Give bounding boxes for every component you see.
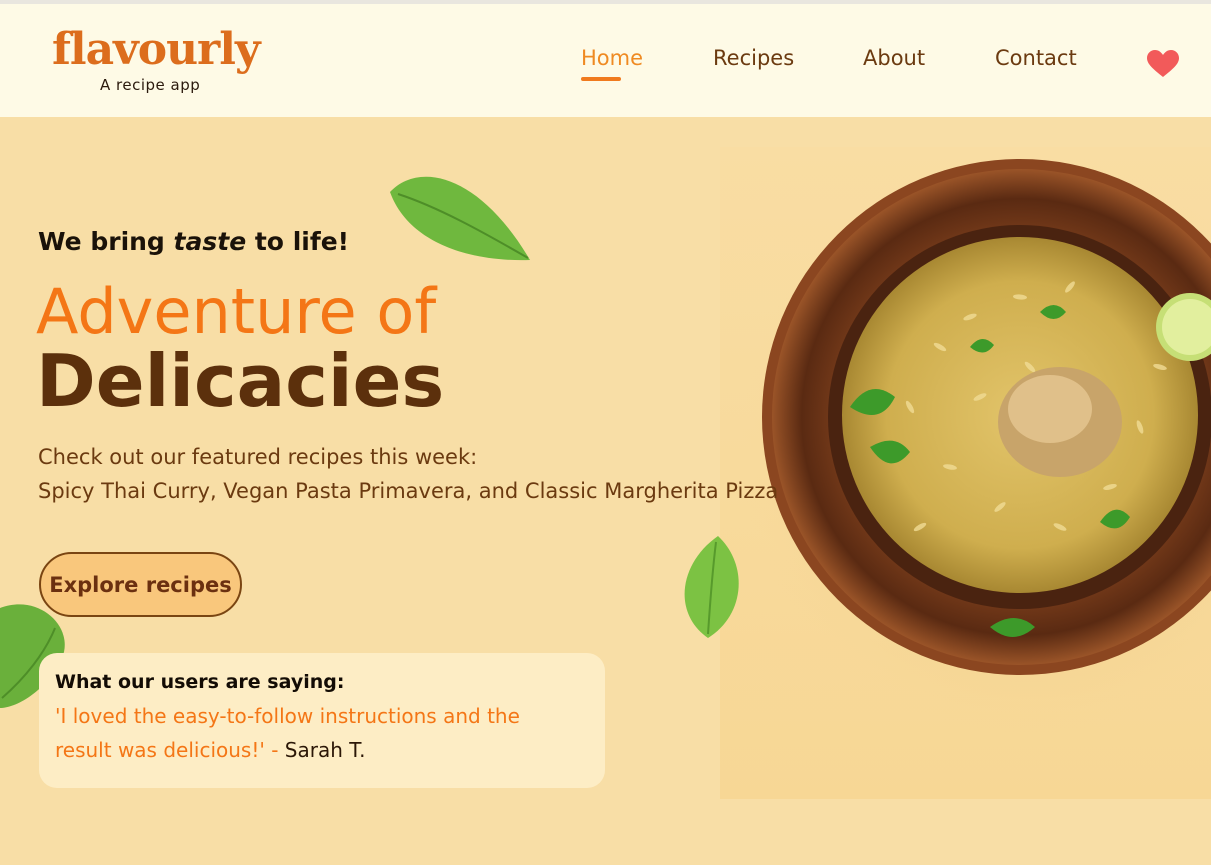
nav-item-home[interactable]: Home	[581, 46, 644, 81]
featured-recipes-text: Check out our featured recipes this week…	[38, 440, 778, 508]
tagline-text: We bring	[38, 227, 174, 256]
featured-list: Spicy Thai Curry, Vegan Pasta Primavera,…	[38, 479, 779, 503]
nav-item-label: Recipes	[713, 46, 795, 70]
nav-item-contact[interactable]: Contact	[995, 46, 1077, 70]
nav-item-label: Home	[581, 46, 644, 70]
site-header: flavourly A recipe app Home Recipes Abou…	[0, 4, 1211, 117]
hero-headline-line1: Adventure of	[36, 275, 437, 348]
featured-intro: Check out our featured recipes this week…	[38, 445, 478, 469]
testimonial-quote: 'I loved the easy-to-follow instructions…	[55, 699, 575, 767]
testimonial-author: Sarah T.	[284, 738, 366, 762]
nav-item-recipes[interactable]: Recipes	[713, 46, 794, 70]
nav-item-label: Contact	[995, 46, 1077, 70]
biryani-plate-illustration	[740, 157, 1211, 737]
nav-item-label: About	[863, 46, 926, 70]
heart-icon[interactable]	[1147, 50, 1179, 78]
tagline-emphasis: taste	[173, 227, 247, 256]
testimonial-card: What our users are saying: 'I loved the …	[39, 653, 605, 788]
mint-leaf-image	[390, 176, 530, 261]
mint-leaf-image	[684, 536, 739, 638]
tagline-text: to life!	[246, 227, 350, 256]
hero-tagline: We bring taste to life!	[38, 227, 349, 256]
main-nav: Home Recipes About Contact	[0, 46, 1211, 86]
testimonial-heading: What our users are saying:	[55, 671, 345, 693]
hero-headline-line2: Delicacies	[36, 339, 445, 423]
hero-food-image	[720, 147, 1211, 799]
active-nav-indicator	[581, 77, 621, 81]
nav-item-about[interactable]: About	[863, 46, 925, 70]
explore-recipes-button[interactable]: Explore recipes	[39, 552, 242, 617]
